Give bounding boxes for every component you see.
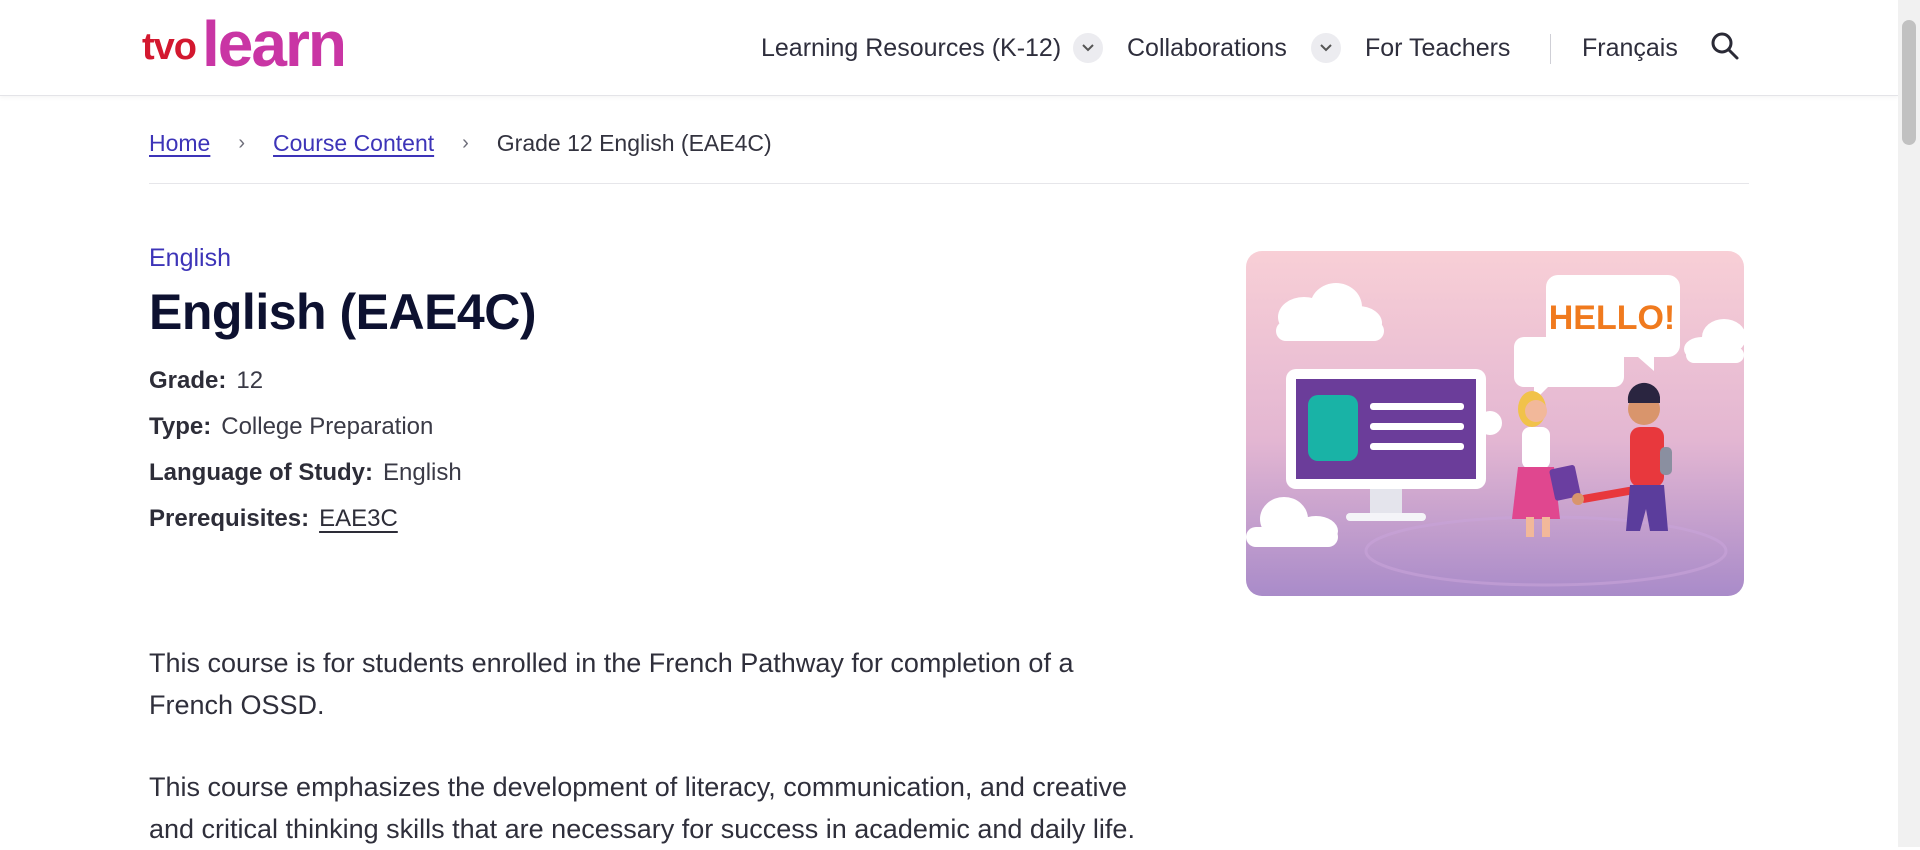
prerequisite-link[interactable]: EAE3C	[319, 505, 398, 532]
course-illustration: HELLO!	[1246, 251, 1744, 596]
tvo-learn-logo[interactable]: tvo learn	[142, 8, 347, 80]
description-line: This course is for students enrolled in …	[149, 648, 1074, 678]
breadcrumb: Home › Course Content › Grade 12 English…	[149, 128, 772, 158]
nav-learning-resources[interactable]: Learning Resources (K-12)	[761, 27, 1061, 69]
language-toggle[interactable]: Français	[1582, 27, 1678, 69]
prerequisites-label: Prerequisites:	[149, 505, 310, 532]
nav-collaborations-label[interactable]: Collaborations	[1127, 34, 1287, 63]
description-line: French OSSD.	[149, 690, 325, 720]
language-label: Language of Study:	[149, 459, 373, 486]
chevron-right-icon: ›	[462, 131, 469, 154]
scrollbar-thumb[interactable]	[1902, 20, 1916, 145]
type-label: Type:	[149, 413, 212, 440]
language-toggle-label[interactable]: Français	[1582, 34, 1678, 63]
description-line: and critical thinking skills that are ne…	[149, 814, 1135, 844]
page-scrollbar[interactable]	[1898, 0, 1920, 847]
nav-collaborations-toggle[interactable]	[1311, 27, 1341, 69]
course-description-1: This course is for students enrolled in …	[149, 642, 1199, 726]
course-type: Type: College Preparation	[149, 413, 433, 441]
search-button[interactable]	[1710, 27, 1740, 69]
breadcrumb-current: Grade 12 English (EAE4C)	[496, 129, 772, 156]
chevron-right-icon: ›	[238, 131, 246, 154]
nav-divider	[1550, 34, 1551, 64]
breadcrumb-course-content-link[interactable]: Course Content	[273, 130, 434, 157]
logo-tvo-text: tvo	[142, 26, 197, 68]
nav-for-teachers[interactable]: For Teachers	[1365, 27, 1510, 69]
search-icon[interactable]	[1710, 31, 1740, 66]
page-title: English (EAE4C)	[149, 284, 536, 340]
nav-learning-resources-label[interactable]: Learning Resources (K-12)	[761, 34, 1061, 63]
course-grade: Grade: 12	[149, 367, 263, 395]
speech-bubble-text: HELLO!	[1549, 299, 1676, 337]
breadcrumb-home-link[interactable]: Home	[149, 130, 210, 157]
grade-value: 12	[236, 367, 264, 394]
nav-for-teachers-label[interactable]: For Teachers	[1365, 34, 1510, 63]
site-header: tvo learn Learning Resources (K-12) Coll…	[0, 0, 1898, 96]
chevron-down-icon[interactable]	[1311, 33, 1341, 63]
logo-learn-text: learn	[202, 8, 347, 80]
breadcrumb-divider	[149, 183, 1749, 184]
language-value: English	[383, 459, 462, 486]
course-description-2: This course emphasizes the development o…	[149, 766, 1199, 850]
grade-label: Grade:	[149, 367, 227, 394]
course-prerequisites: Prerequisites: EAE3C	[149, 505, 398, 533]
classroom-illustration: HELLO!	[1246, 251, 1744, 596]
type-value: College Preparation	[221, 413, 434, 440]
nav-collaborations[interactable]: Collaborations	[1127, 27, 1287, 69]
chevron-down-icon[interactable]	[1073, 33, 1103, 63]
nav-learning-resources-toggle[interactable]	[1073, 27, 1103, 69]
course-subject-link[interactable]: English	[149, 244, 231, 273]
course-language: Language of Study: English	[149, 459, 462, 487]
description-line: This course emphasizes the development o…	[149, 772, 1127, 802]
